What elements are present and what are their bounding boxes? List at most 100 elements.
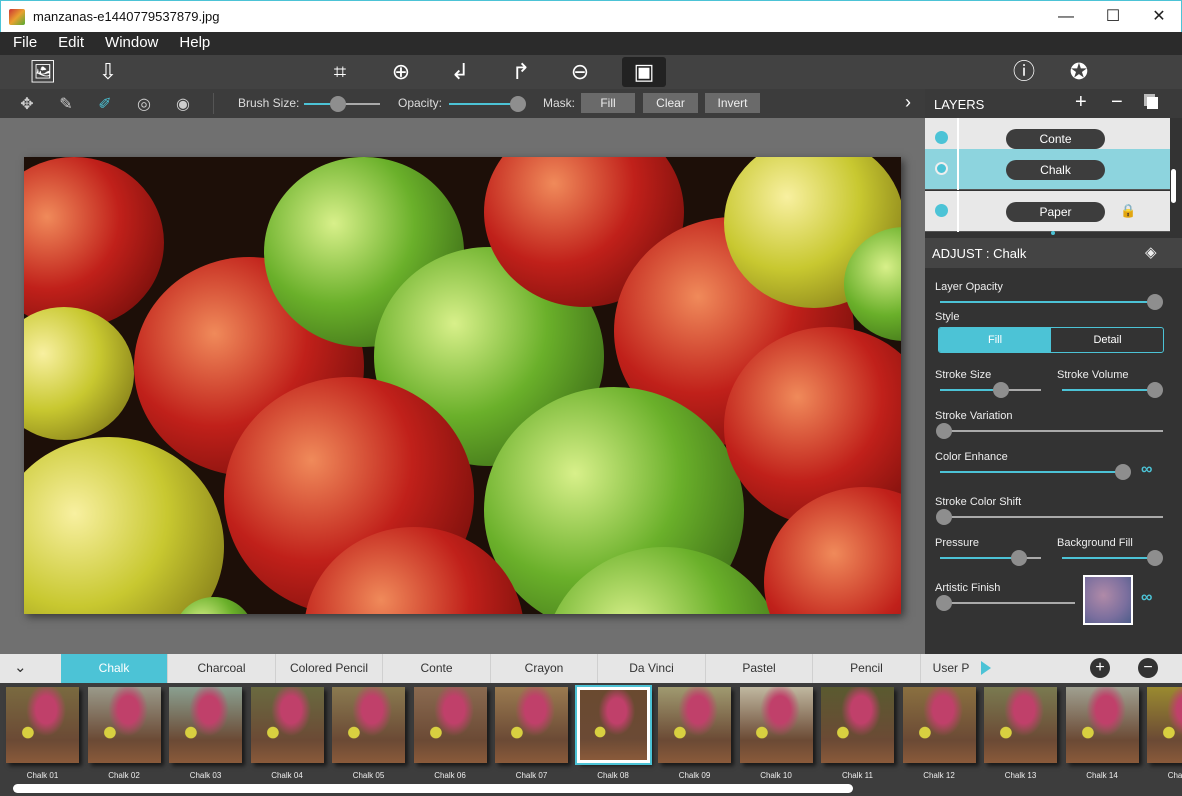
layers-title: LAYERS	[934, 97, 985, 112]
mask-fill-button[interactable]: Fill	[581, 93, 635, 113]
color-enhance-label: Color Enhance	[935, 451, 1008, 463]
layer-name: Paper	[1006, 202, 1105, 222]
menu-window[interactable]: Window	[92, 32, 158, 51]
preset-thumbnail[interactable]	[574, 685, 652, 765]
preset-thumbnail-label: Chalk 11	[842, 771, 873, 780]
background-fill-slider[interactable]	[1062, 550, 1163, 566]
target-brush-icon[interactable]: ◎	[133, 94, 155, 114]
settings-icon[interactable]: ✪	[1061, 57, 1097, 87]
brush-toolbar: ✥ ✎ ✐ ◎ ◉ Brush Size: Opacity: Mask: Fil…	[0, 89, 925, 118]
remove-layer-button[interactable]: −	[1111, 91, 1123, 114]
layer-visibility-icon[interactable]	[935, 162, 948, 175]
move-icon[interactable]: ✥	[16, 94, 38, 114]
preset-thumbnail[interactable]	[821, 687, 894, 763]
link-icon[interactable]: ∞	[1141, 589, 1152, 607]
menu-help[interactable]: Help	[166, 32, 210, 51]
collapse-button[interactable]: ⌄	[14, 658, 27, 676]
duplicate-layer-icon[interactable]	[1147, 97, 1158, 109]
preset-thumbnail-label: Chalk 01	[26, 771, 59, 780]
right-panel: LAYERS + − Conte Chalk Paper 🔒 ADJUST : …	[925, 89, 1182, 654]
artistic-finish-slider[interactable]	[936, 595, 1075, 611]
preset-thumbnail[interactable]	[413, 687, 487, 763]
preset-thumbnail[interactable]	[495, 687, 568, 763]
lock-icon[interactable]: 🔒	[1120, 203, 1136, 219]
redo-icon[interactable]: ↱	[503, 57, 539, 87]
brush-icon[interactable]: ✎	[55, 94, 77, 114]
preset-thumbnails: Chalk 01 Chalk 02 Chalk 03 Chalk 04 Chalk 05…	[0, 683, 1182, 796]
scroll-tabs-right-icon[interactable]	[981, 661, 991, 675]
style-fill-button[interactable]: Fill	[939, 328, 1051, 352]
tab-pencil[interactable]: Pencil	[814, 654, 921, 683]
preset-thumbnail[interactable]	[6, 687, 79, 763]
tab-charcoal[interactable]: Charcoal	[169, 654, 276, 683]
resize-handle[interactable]	[1051, 231, 1055, 235]
image-canvas[interactable]	[24, 157, 901, 614]
info-icon[interactable]: ⓘ	[1006, 57, 1042, 87]
preset-thumbnail[interactable]	[984, 687, 1057, 763]
layer-visibility-icon[interactable]	[935, 131, 948, 144]
presets-dice-icon[interactable]: ◈	[1145, 243, 1157, 261]
preset-thumbnail[interactable]	[1065, 687, 1139, 763]
preset-thumbnail-label: Chalk 06	[434, 771, 466, 780]
eraser-icon[interactable]: ✐	[94, 94, 116, 114]
tab-pastel[interactable]: Pastel	[706, 654, 813, 683]
mask-brush-icon[interactable]: ◉	[172, 94, 194, 114]
mask-clear-button[interactable]: Clear	[643, 93, 698, 113]
add-preset-button[interactable]: +	[1090, 658, 1110, 678]
preset-thumbnail[interactable]	[87, 687, 161, 763]
opacity-slider[interactable]	[449, 96, 526, 112]
preset-thumbnail[interactable]	[250, 687, 324, 763]
stroke-color-shift-slider[interactable]	[936, 509, 1163, 525]
stroke-size-slider[interactable]	[940, 382, 1041, 398]
adjust-title: ADJUST : Chalk	[932, 246, 1027, 261]
brush-size-slider[interactable]	[304, 96, 380, 112]
stroke-volume-slider[interactable]	[1062, 382, 1163, 398]
layer-chalk[interactable]: Chalk	[925, 149, 1170, 190]
open-image-icon[interactable]: 🖼	[25, 57, 61, 87]
preset-thumbnail[interactable]	[332, 687, 405, 763]
zoom-in-icon[interactable]: ⊕	[383, 57, 419, 87]
menu-edit[interactable]: Edit	[45, 32, 84, 51]
menu-file[interactable]: File	[0, 32, 37, 51]
undo-icon[interactable]: ↲	[442, 57, 478, 87]
save-icon[interactable]: ⇩	[90, 57, 126, 87]
preset-thumbnail-label: Chalk 09	[678, 771, 711, 780]
zoom-out-icon[interactable]: ⊖	[562, 57, 598, 87]
tab-user-p[interactable]: User P	[921, 654, 981, 683]
mask-invert-button[interactable]: Invert	[705, 93, 760, 113]
layer-opacity-slider[interactable]	[940, 294, 1163, 310]
apple	[24, 157, 164, 328]
link-icon[interactable]: ∞	[1141, 461, 1152, 479]
expand-toolbar-button[interactable]: ›	[905, 92, 911, 113]
brush-size-label: Brush Size:	[238, 96, 300, 110]
crop-icon[interactable]: ⌗	[322, 57, 358, 87]
preset-thumbnail[interactable]	[658, 687, 731, 763]
tab-chalk[interactable]: Chalk	[61, 654, 168, 683]
preset-thumbnail[interactable]	[169, 687, 242, 763]
color-enhance-slider[interactable]	[940, 464, 1131, 480]
add-layer-button[interactable]: +	[1075, 91, 1087, 114]
tab-da-vinci[interactable]: Da Vinci	[599, 654, 706, 683]
layer-name: Chalk	[1006, 160, 1105, 180]
preset-thumbnail[interactable]	[1147, 687, 1182, 763]
fit-view-icon[interactable]: ▣	[622, 57, 666, 87]
thumbnails-scrollbar[interactable]	[13, 784, 853, 793]
close-button[interactable]: ✕	[1136, 1, 1182, 33]
pressure-slider[interactable]	[940, 550, 1041, 566]
minimize-button[interactable]: —	[1043, 1, 1089, 33]
window-title: manzanas-e1440779537879.jpg	[33, 9, 220, 24]
preset-thumbnail[interactable]	[739, 687, 813, 763]
stroke-variation-slider[interactable]	[936, 423, 1163, 439]
preset-thumbnail-label: Chalk 02	[108, 771, 140, 780]
tab-crayon[interactable]: Crayon	[491, 654, 598, 683]
texture-swatch[interactable]	[1083, 575, 1133, 625]
tab-colored-pencil[interactable]: Colored Pencil	[276, 654, 383, 683]
layers-scrollbar[interactable]	[1171, 169, 1176, 203]
layer-paper[interactable]: Paper 🔒	[925, 191, 1170, 232]
preset-thumbnail[interactable]	[902, 687, 976, 763]
layer-visibility-icon[interactable]	[935, 204, 948, 217]
remove-preset-button[interactable]: −	[1138, 658, 1158, 678]
style-detail-button[interactable]: Detail	[1051, 328, 1163, 352]
maximize-button[interactable]: ☐	[1090, 1, 1136, 33]
tab-conte[interactable]: Conte	[384, 654, 491, 683]
